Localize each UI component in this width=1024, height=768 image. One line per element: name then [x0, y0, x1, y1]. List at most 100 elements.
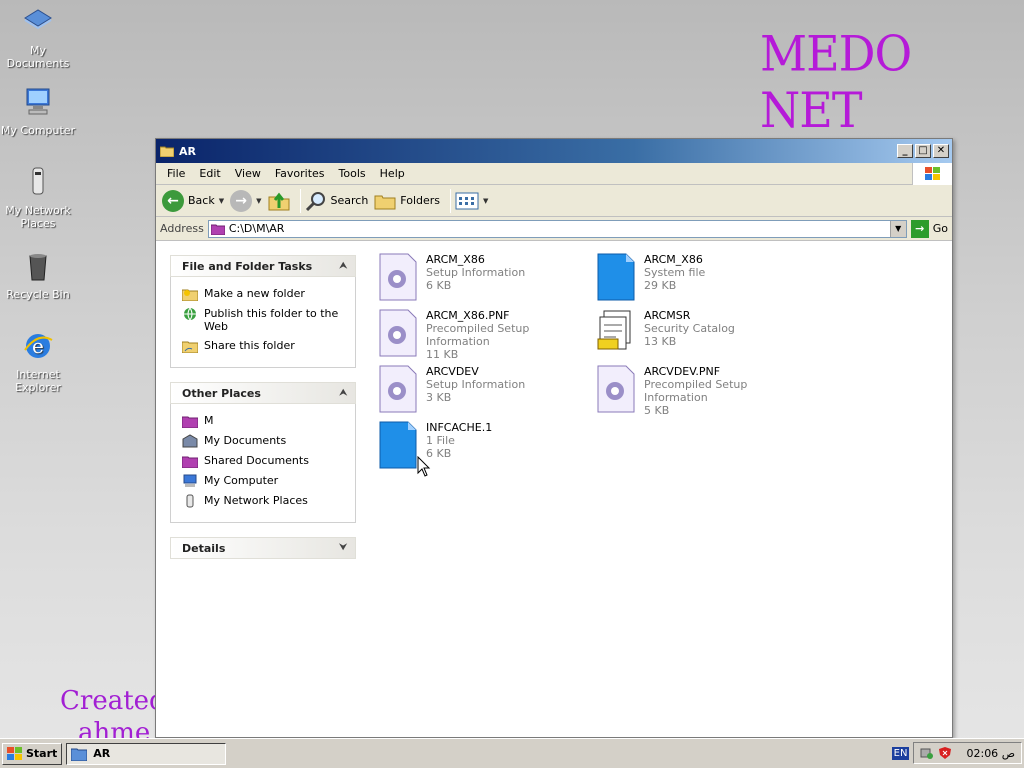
taskbar-item-label: AR — [93, 747, 111, 760]
close-button[interactable]: ✕ — [933, 144, 949, 158]
desktop-icon-recycle-bin[interactable]: Recycle Bin — [0, 250, 76, 301]
my-documents-icon — [24, 9, 52, 30]
panel-title: File and Folder Tasks — [182, 259, 313, 273]
place-m[interactable]: M — [182, 414, 349, 428]
maximize-button[interactable]: □ — [915, 144, 931, 158]
file-type: 1 File — [426, 434, 455, 447]
desktop-icon-my-documents[interactable]: My Documents — [0, 6, 76, 70]
file-item[interactable]: ARCM_X86.PNF Precompiled Setup Informatio… — [378, 309, 588, 361]
desktop-icon-my-network-places[interactable]: My Network Places — [0, 166, 76, 230]
file-type: Security Catalog — [644, 322, 735, 335]
go-button[interactable]: → Go — [910, 219, 948, 238]
search-button[interactable]: Search — [305, 190, 369, 212]
network-places-icon — [32, 167, 44, 195]
desktop-icon-internet-explorer[interactable]: e Internet Explorer — [0, 330, 76, 394]
task-make-new-folder[interactable]: Make a new folder — [182, 287, 349, 301]
other-places-panel: Other Places ⮝ M My Documents Shared Doc… — [170, 382, 356, 523]
file-item[interactable]: ARCVDEV Setup Information 3 KB — [378, 365, 588, 413]
file-item[interactable]: ARCMSR Security Catalog 13 KB — [596, 309, 806, 357]
forward-arrow-icon: → — [230, 189, 253, 212]
network-places-icon — [186, 494, 194, 508]
collapse-icon[interactable]: ⮝ — [339, 261, 347, 271]
menu-edit[interactable]: Edit — [192, 167, 227, 180]
address-dropdown-button[interactable]: ▼ — [889, 220, 906, 237]
setup-info-icon — [379, 309, 417, 357]
task-publish-to-web[interactable]: Publish this folder to the Web — [182, 307, 349, 333]
back-arrow-icon: ← — [162, 189, 184, 212]
file-item[interactable]: ARCVDEV.PNF Precompiled Setup Information… — [596, 365, 806, 417]
chevron-down-icon[interactable]: ▼ — [256, 197, 261, 205]
place-my-network-places[interactable]: My Network Places — [182, 494, 349, 508]
windows-logo-icon — [912, 163, 952, 185]
task-pane: File and Folder Tasks ⮝ Make a new folde… — [156, 243, 366, 737]
start-button[interactable]: Start — [2, 742, 63, 765]
menu-tools[interactable]: Tools — [332, 167, 373, 180]
file-item[interactable]: INFCACHE.1 1 File 6 KB — [378, 421, 588, 469]
search-label: Search — [330, 194, 369, 207]
chevron-down-icon[interactable]: ▼ — [483, 197, 488, 205]
address-input[interactable]: C:\D\M\AR ▼ — [207, 219, 907, 238]
language-indicator[interactable]: EN — [891, 746, 910, 760]
expand-icon[interactable]: ⮟ — [339, 543, 347, 553]
toolbar-separator — [299, 188, 301, 213]
desktop-icon-label: Internet Explorer — [15, 368, 61, 394]
folder-icon — [160, 146, 174, 157]
panel-title: Other Places — [182, 386, 261, 400]
folders-button[interactable]: Folders — [374, 190, 440, 212]
views-icon — [455, 192, 479, 209]
network-status-icon[interactable] — [920, 746, 934, 760]
folders-icon — [374, 195, 396, 209]
minimize-button[interactable]: _ — [897, 144, 913, 158]
menu-favorites[interactable]: Favorites — [268, 167, 332, 180]
task-share-folder[interactable]: Share this folder — [182, 339, 349, 353]
forward-button[interactable]: → ▼ — [230, 189, 262, 212]
file-name: INFCACHE.1 — [426, 421, 493, 434]
desktop-icon-label: My Network Places — [5, 204, 71, 230]
panel-title: Details — [182, 541, 226, 555]
file-name: ARCM_X86 — [644, 253, 703, 266]
toolbar: ← Back ▼ → ▼ Search Folders ▼ — [156, 185, 952, 217]
file-item[interactable]: ARCM_X86 System file 29 KB — [596, 253, 806, 301]
taskbar: Start AR EN 02:06 ﺹ — [0, 738, 1024, 768]
panel-header[interactable]: Details ⮟ — [170, 537, 356, 559]
recycle-bin-icon — [29, 254, 47, 281]
menu-view[interactable]: View — [228, 167, 268, 180]
address-value: C:\D\M\AR — [228, 222, 285, 235]
file-item[interactable]: ARCM_X86 Setup Information 6 KB — [378, 253, 588, 301]
place-my-computer[interactable]: My Computer — [182, 474, 349, 488]
menu-file[interactable]: File — [160, 167, 192, 180]
place-shared-documents[interactable]: Shared Documents — [182, 454, 349, 468]
desktop-icon-label: My Documents — [6, 44, 70, 70]
collapse-icon[interactable]: ⮝ — [339, 388, 347, 398]
go-arrow-icon: → — [910, 219, 929, 238]
taskbar-item-ar[interactable]: AR — [66, 742, 227, 765]
panel-header[interactable]: File and Folder Tasks ⮝ — [170, 255, 356, 277]
back-button[interactable]: ← Back ▼ — [162, 189, 224, 212]
file-size: 13 KB — [644, 335, 677, 348]
file-folder-tasks-panel: File and Folder Tasks ⮝ Make a new folde… — [170, 255, 356, 368]
file-type: Setup Information — [426, 266, 526, 279]
go-label: Go — [932, 222, 948, 235]
place-my-documents[interactable]: My Documents — [182, 434, 349, 448]
title-bar[interactable]: AR _ □ ✕ — [156, 139, 952, 163]
file-name: ARCVDEV.PNF — [644, 365, 721, 378]
chevron-down-icon[interactable]: ▼ — [219, 197, 224, 205]
file-size: 3 KB — [426, 391, 452, 404]
desktop-icon-my-computer[interactable]: My Computer — [0, 86, 76, 137]
clock[interactable]: 02:06 ﺹ — [966, 747, 1015, 760]
windows-logo-icon — [7, 746, 22, 760]
setup-info-icon — [597, 365, 635, 413]
task-label: Publish this folder to the Web — [204, 307, 339, 333]
file-name: ARCM_X86.PNF — [426, 309, 510, 322]
panel-header[interactable]: Other Places ⮝ — [170, 382, 356, 404]
menu-help[interactable]: Help — [373, 167, 412, 180]
security-shield-icon[interactable] — [938, 746, 952, 760]
new-folder-icon — [182, 289, 198, 301]
up-folder-icon — [268, 192, 289, 210]
up-folder-button[interactable] — [268, 190, 290, 212]
file-name: ARCVDEV — [426, 365, 479, 378]
file-name: ARCM_X86 — [426, 253, 485, 266]
task-label: Make a new folder — [204, 287, 305, 300]
my-documents-icon — [182, 434, 198, 448]
views-button[interactable]: ▼ — [455, 192, 488, 210]
